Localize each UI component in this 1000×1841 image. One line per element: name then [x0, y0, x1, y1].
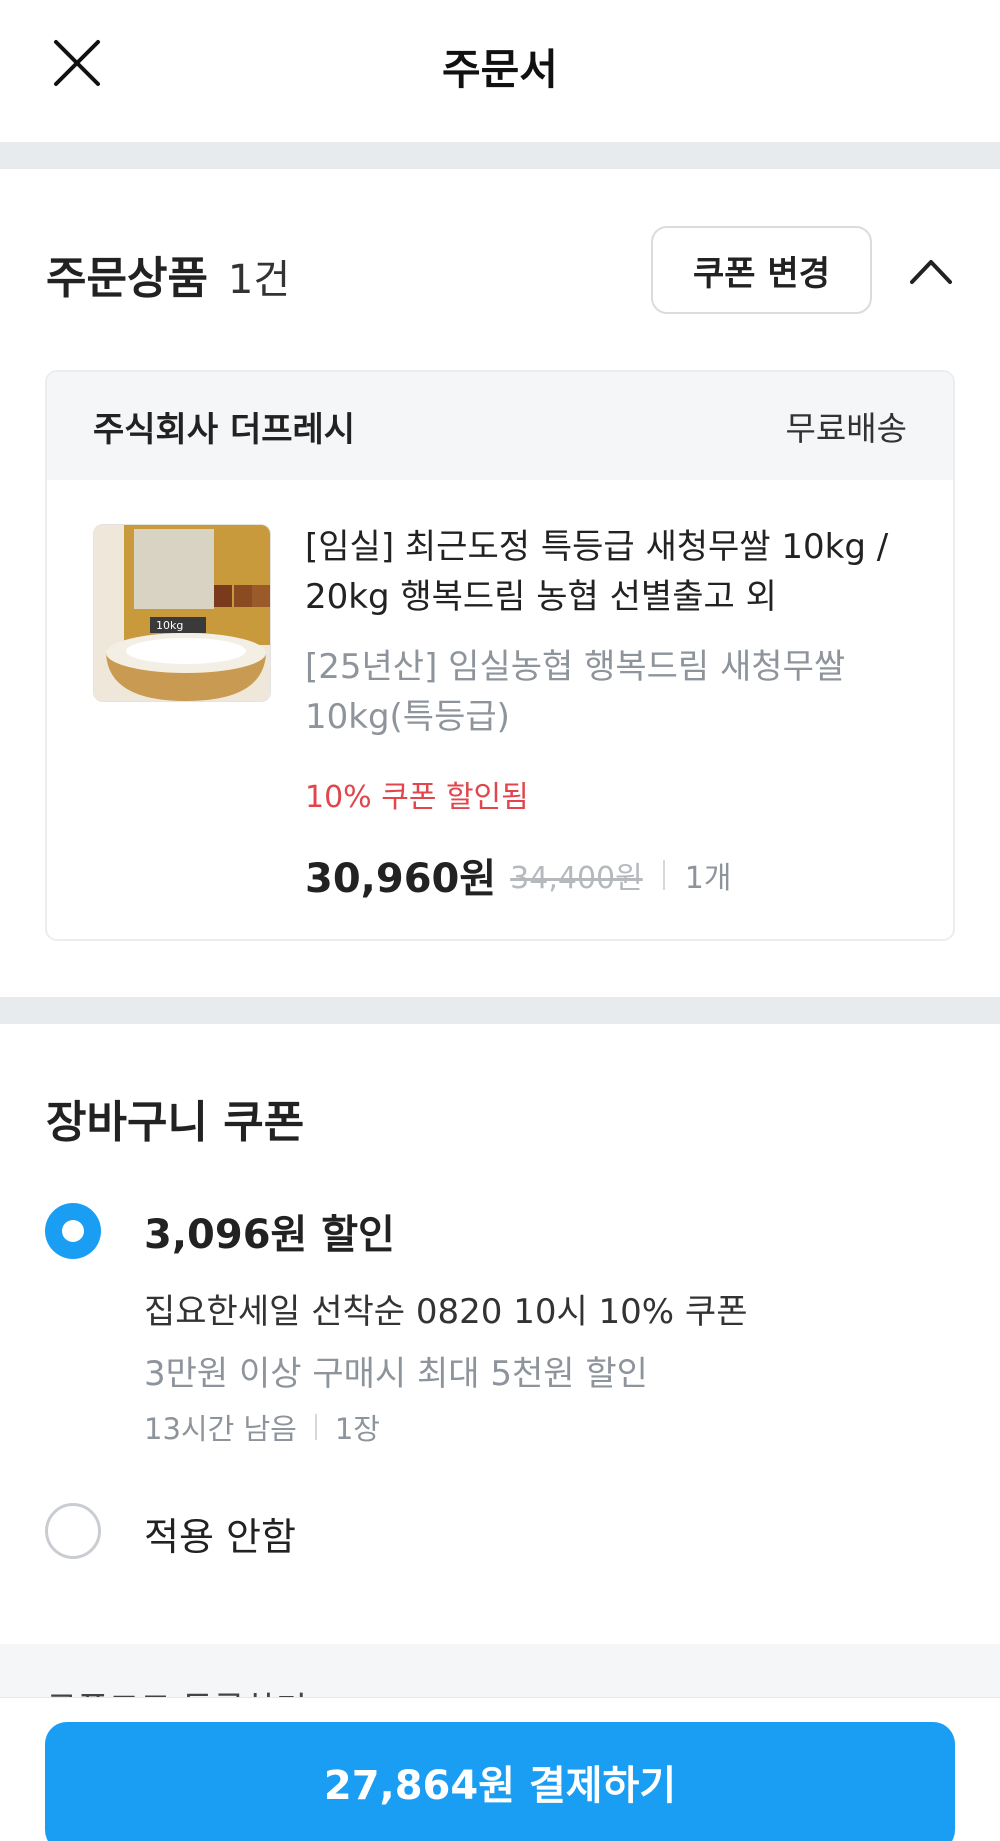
coupon-condition: 3만원 이상 구매시 최대 5천원 할인: [144, 1354, 648, 1394]
section-divider: [0, 142, 1000, 169]
original-price: 34,400원: [510, 861, 643, 896]
section-divider: [0, 997, 1000, 1024]
coupon-count: 1장: [334, 1412, 380, 1446]
order-section-title: 주문상품 1건: [46, 242, 290, 306]
price-row: 30,960원 34,400원 1개: [305, 846, 925, 904]
thumb-weight-label: 10kg: [156, 619, 183, 632]
sale-price: 30,960원: [305, 856, 497, 902]
divider: [314, 1414, 317, 1440]
coupon-radio-none[interactable]: [45, 1503, 101, 1559]
product-info: [임실] 최근도정 특등급 새청무쌀 10kg / 20kg 행복드림 농협 선…: [305, 522, 925, 904]
shipping-badge: 무료배송: [785, 409, 907, 448]
pay-button[interactable]: 27,864원 결제하기: [45, 1722, 955, 1841]
product-name[interactable]: [임실] 최근도정 특등급 새청무쌀 10kg / 20kg 행복드림 농협 선…: [305, 522, 925, 622]
product-option: [25년산] 임실농협 행복드림 새청무쌀 10kg(특등급): [305, 647, 846, 737]
coupon-name: 집요한세일 선착순 0820 10시 10% 쿠폰: [144, 1292, 748, 1332]
divider: [662, 860, 665, 890]
no-coupon-option[interactable]: 적용 안함: [144, 1506, 296, 1561]
store-name: 주식회사 더프레시: [93, 409, 356, 450]
page-title: 주문서: [442, 45, 558, 94]
coupon-code-row[interactable]: 쿠폰코드 등록하기: [0, 1644, 1000, 1704]
coupon-meta: 13시간 남음 1장: [144, 1406, 380, 1448]
order-count: 1건: [227, 257, 291, 303]
coupon-amount[interactable]: 3,096원 할인: [144, 1202, 395, 1260]
bottom-bar: 27,864원 결제하기: [0, 1697, 1000, 1841]
coupon-time-left: 13시간 남음: [144, 1412, 297, 1446]
product-image[interactable]: 10kg: [93, 524, 271, 702]
coupon-change-button[interactable]: 쿠폰 변경: [651, 226, 872, 314]
store-header: 주식회사 더프레시 무료배송: [47, 372, 953, 480]
discount-note: 10% 쿠폰 할인됨: [305, 780, 529, 815]
header: 주문서: [0, 0, 1000, 142]
coupon-radio-selected[interactable]: [45, 1203, 101, 1259]
store-card: 주식회사 더프레시 무료배송 10kg [임실] 최근도정 특등급 새청무쌀 1…: [45, 370, 955, 941]
quantity: 1개: [684, 861, 732, 896]
chevron-up-icon[interactable]: [906, 252, 956, 292]
cart-coupon-title: 장바구니 쿠폰: [46, 1097, 305, 1148]
order-title: 주문상품: [46, 253, 208, 304]
